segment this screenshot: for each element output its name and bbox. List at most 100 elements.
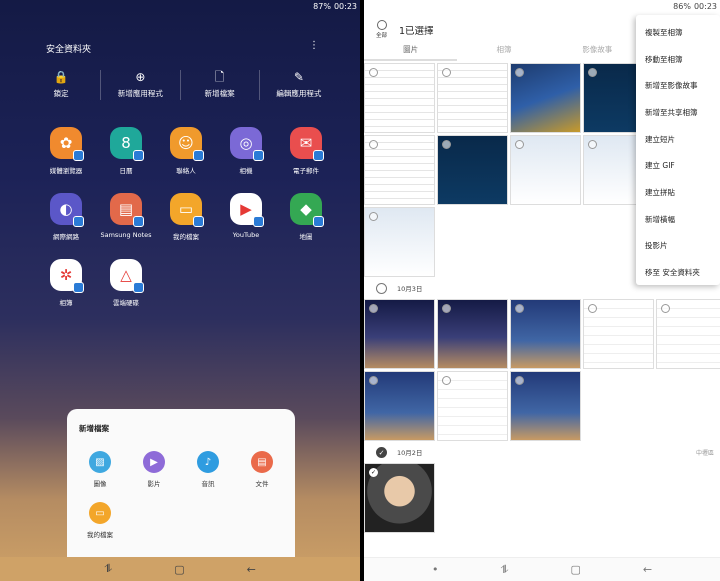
thumbnail-checkbox[interactable] [515, 376, 524, 385]
app-icon: ◆ [290, 193, 324, 227]
app-icon-item[interactable]: ▭ 我的檔案 [156, 193, 216, 241]
app-label: Samsung Notes [100, 231, 152, 239]
photo-thumbnail[interactable] [364, 299, 435, 369]
page-title: 安全資料夾 [46, 45, 92, 55]
back-button[interactable]: ← [247, 563, 256, 576]
thumbnail-checkbox[interactable] [369, 212, 378, 221]
thumbnail-checkbox[interactable] [369, 376, 378, 385]
menu-item[interactable]: 新增至影像故事 [636, 72, 720, 99]
clock: 00:23 [693, 2, 717, 11]
menu-item[interactable]: 建立短片 [636, 126, 720, 153]
tab-2[interactable]: 影像故事 [551, 44, 644, 61]
app-icon-item[interactable]: ◎ 相機 [216, 127, 276, 175]
add-file-option[interactable]: ♪ 音訊 [181, 451, 235, 488]
app-icon: ▤ [110, 193, 144, 227]
photo-thumbnail[interactable] [437, 135, 508, 205]
home-button[interactable]: ▢ [570, 563, 580, 576]
date-select-checkbox[interactable]: ✓ [376, 446, 387, 458]
toolbar-button[interactable]: 🗋 新增檔案 [181, 70, 260, 100]
date-select-checkbox[interactable] [376, 282, 387, 294]
menu-item[interactable]: 建立 GIF [636, 152, 720, 179]
photo-thumbnail[interactable] [510, 135, 581, 205]
option-label: 我的檔案 [87, 531, 113, 539]
select-all-toggle[interactable]: 全部 [376, 20, 387, 39]
thumbnail-checkbox[interactable] [442, 304, 451, 313]
toolbar-button[interactable]: 🔒 鎖定 [22, 70, 102, 100]
recent-apps-button[interactable]: ⥮ [104, 562, 112, 576]
thumbnail-checkbox[interactable] [442, 140, 451, 149]
app-icon-item[interactable]: 8 日曆 [96, 127, 156, 175]
thumbnail-grid [364, 299, 720, 441]
thumbnail-checkbox[interactable] [515, 304, 524, 313]
thumbnail-checkbox[interactable] [442, 68, 451, 77]
photo-thumbnail[interactable] [364, 63, 435, 133]
thumbnail-checkbox[interactable] [442, 376, 451, 385]
app-icon-item[interactable]: ✉ 電子郵件 [276, 127, 336, 175]
photo-thumbnail[interactable] [510, 63, 581, 133]
thumbnail-checkbox[interactable] [588, 68, 597, 77]
photo-thumbnail[interactable] [510, 299, 581, 369]
app-icon-item[interactable]: ▤ Samsung Notes [96, 193, 156, 241]
menu-item[interactable]: 新增至共享相簿 [636, 99, 720, 126]
app-icon-item[interactable]: △ 雲端硬碟 [96, 259, 156, 307]
menu-item[interactable]: 投影片 [636, 233, 720, 260]
menu-item[interactable]: 新增橫幅 [636, 206, 720, 233]
plus-circle-icon: ⊕ [135, 70, 146, 84]
thumbnail-checkbox[interactable] [588, 304, 597, 313]
app-label: 聯絡人 [176, 167, 196, 175]
thumbnail-checkbox[interactable] [661, 304, 670, 313]
toolbar-button[interactable]: ✎ 編輯應用程式 [260, 70, 338, 100]
photo-thumbnail[interactable]: ✓ [364, 463, 435, 533]
thumbnail-checkbox[interactable] [515, 68, 524, 77]
thumbnail-checkbox[interactable] [369, 304, 378, 313]
app-glyph-icon: ◎ [239, 134, 253, 152]
tab-0[interactable]: 圖片 [364, 44, 458, 61]
nav-dot: • [431, 563, 439, 576]
app-icon-item[interactable]: ✲ 相簿 [36, 259, 96, 307]
photo-thumbnail[interactable] [437, 63, 508, 133]
app-icon-item[interactable]: ▶ YouTube [216, 193, 276, 241]
menu-item[interactable]: 移至 安全資料夾 [636, 259, 720, 286]
menu-item[interactable]: 建立拼貼 [636, 179, 720, 206]
app-icon-item[interactable]: ◐ 網際網路 [36, 193, 96, 241]
add-file-option[interactable]: ▤ 文件 [235, 451, 289, 488]
recent-apps-button[interactable]: ⥮ [500, 563, 508, 577]
photo-thumbnail[interactable] [364, 135, 435, 205]
thumbnail-checkbox[interactable] [369, 68, 378, 77]
more-options-icon[interactable]: ⋮ [309, 40, 319, 51]
app-label: 日曆 [119, 167, 133, 175]
app-icon-item[interactable]: ◆ 地圖 [276, 193, 336, 241]
photo-thumbnail[interactable] [437, 371, 508, 441]
photo-thumbnail[interactable] [510, 371, 581, 441]
toolbar-button[interactable]: ⊕ 新增應用程式 [101, 70, 181, 100]
file-icon: 🗋 [214, 70, 225, 84]
app-icon-item[interactable]: ☺ 聯絡人 [156, 127, 216, 175]
photo-thumbnail[interactable] [364, 207, 435, 277]
secure-badge-icon [313, 150, 324, 161]
secure-badge-icon [73, 282, 84, 293]
tab-1[interactable]: 相簿 [457, 44, 550, 61]
app-glyph-icon: ✲ [59, 266, 73, 284]
select-all-checkbox[interactable] [376, 20, 387, 30]
photo-thumbnail[interactable] [437, 299, 508, 369]
thumbnail-checkbox[interactable] [588, 140, 597, 149]
add-file-option[interactable]: ▨ 圖像 [73, 451, 127, 488]
thumbnail-checkbox[interactable] [515, 140, 524, 149]
home-button[interactable]: ▢ [174, 563, 184, 576]
app-icon-item[interactable]: ✿ 媒體瀏覽器 [36, 127, 96, 175]
photo-thumbnail[interactable] [364, 371, 435, 441]
add-file-option[interactable]: ▭ 我的檔案 [73, 502, 127, 539]
add-files-sheet: 新增檔案 ▨ 圖像 ▶ 影片 ♪ 音訊 ▤ 文件 ▭ 我的檔案 [67, 409, 295, 559]
add-file-option[interactable]: ▶ 影片 [127, 451, 181, 488]
menu-item[interactable]: 移動至相簿 [636, 46, 720, 73]
navigation-bar: • ⥮ ▢ ← [364, 557, 720, 581]
date-header: ✓ 10月2日 中壢區 [364, 441, 720, 463]
thumbnail-checkbox[interactable]: ✓ [369, 468, 378, 477]
app-label: 相簿 [59, 299, 73, 307]
back-button[interactable]: ← [643, 563, 652, 576]
photo-thumbnail[interactable] [583, 299, 654, 369]
app-icon: ✉ [290, 127, 324, 161]
thumbnail-checkbox[interactable] [369, 140, 378, 149]
menu-item[interactable]: 複製至相簿 [636, 19, 720, 46]
photo-thumbnail[interactable] [656, 299, 720, 369]
